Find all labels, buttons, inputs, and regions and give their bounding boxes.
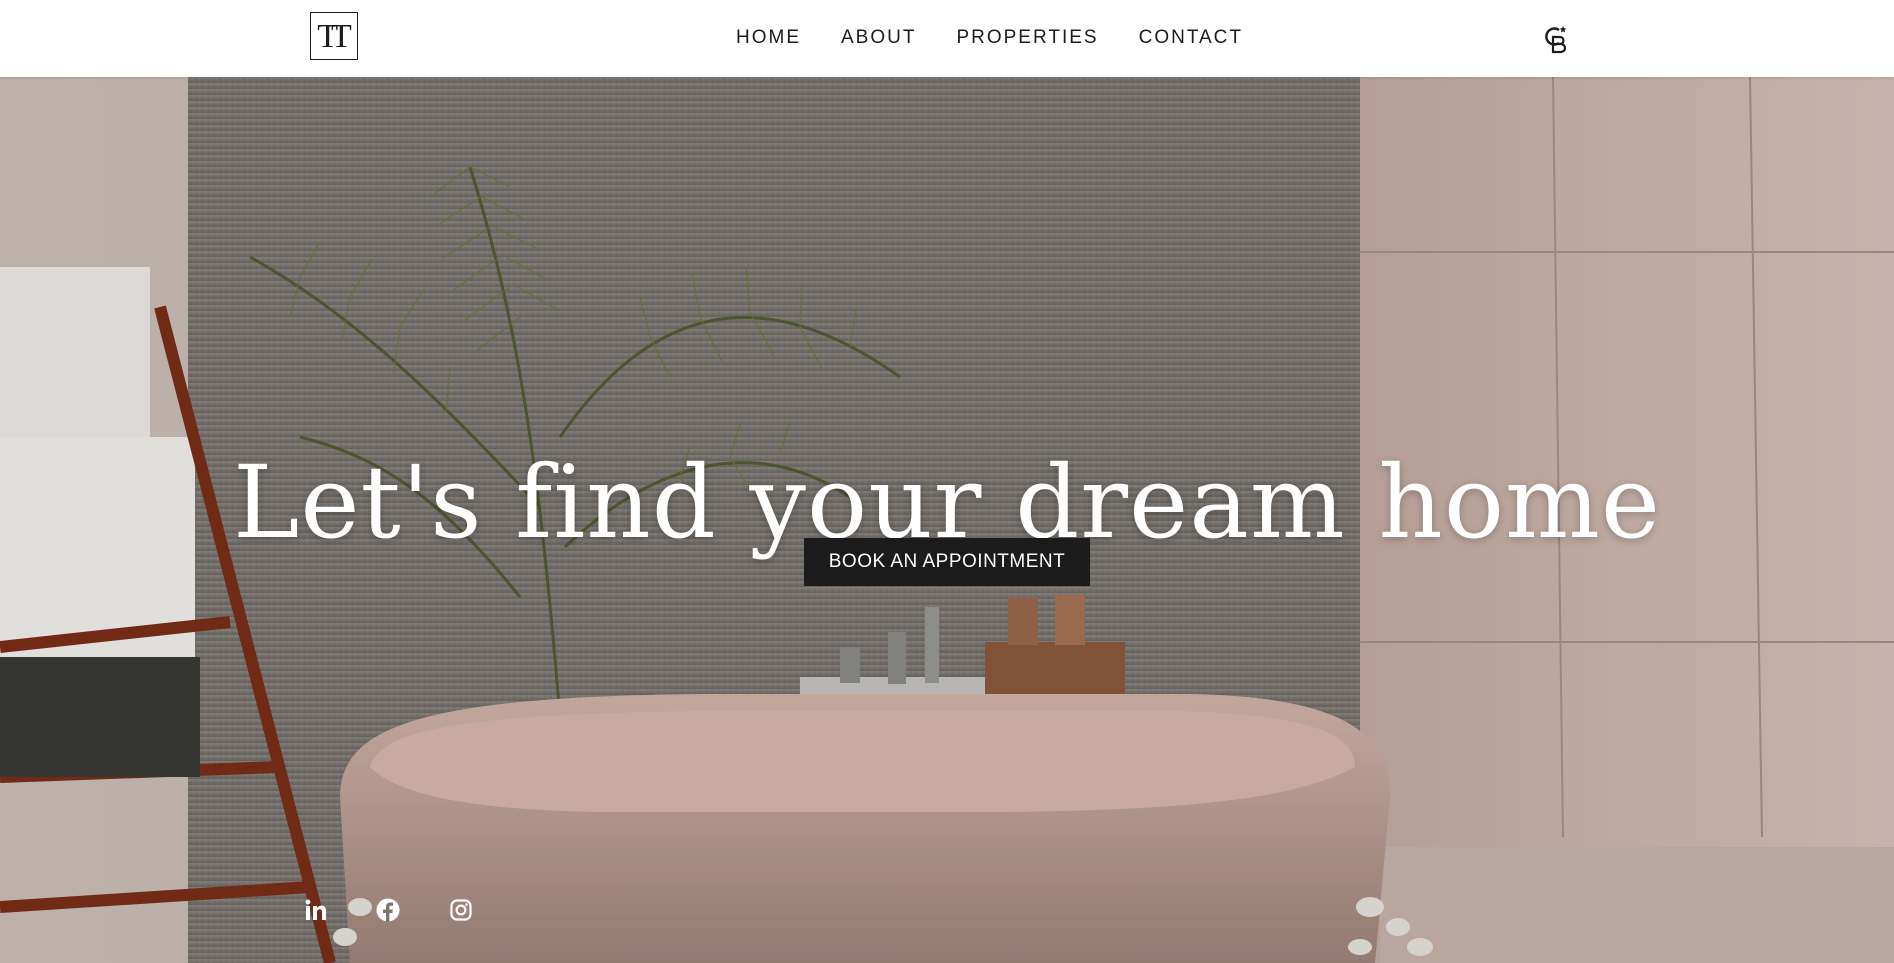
hero-section: Let's find your dream home BOOK AN APPOI… — [0, 77, 1894, 963]
main-nav: HOME ABOUT PROPERTIES CONTACT — [736, 24, 1243, 52]
book-appointment-button[interactable]: BOOK AN APPOINTMENT — [804, 538, 1090, 586]
logo-text: TT — [317, 18, 351, 55]
logo[interactable]: TT — [310, 12, 358, 60]
instagram-icon[interactable] — [448, 897, 474, 923]
site-header: TT HOME ABOUT PROPERTIES CONTACT — [0, 0, 1894, 77]
nav-home[interactable]: HOME — [736, 27, 801, 49]
linkedin-icon[interactable] — [303, 897, 329, 923]
nav-properties[interactable]: PROPERTIES — [956, 27, 1098, 49]
nav-about[interactable]: ABOUT — [841, 27, 916, 49]
nav-contact[interactable]: CONTACT — [1139, 27, 1243, 49]
coldwell-banker-icon[interactable] — [1544, 24, 1568, 54]
facebook-icon[interactable] — [375, 897, 401, 923]
